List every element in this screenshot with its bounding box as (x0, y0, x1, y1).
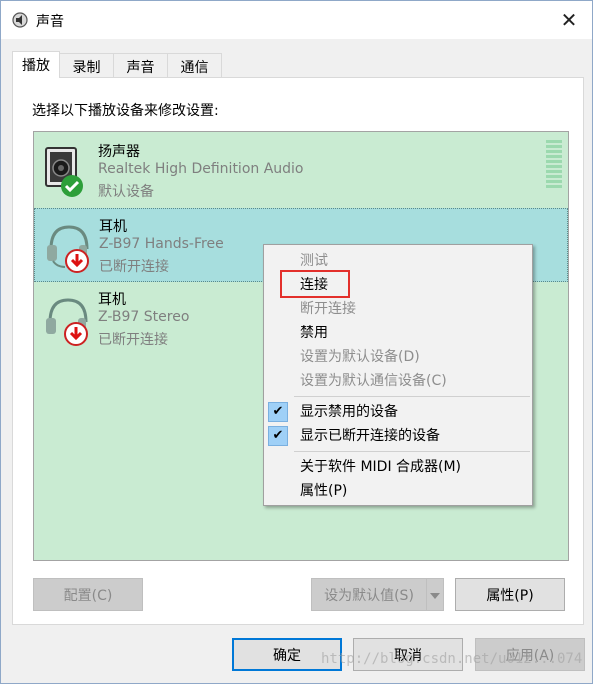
checkmark-icon: ✔ (268, 402, 288, 422)
menu-separator (294, 396, 530, 397)
device-name: 扬声器 (98, 144, 140, 160)
instruction-text: 选择以下播放设备来修改设置: (32, 103, 219, 119)
speaker-title-icon (11, 11, 29, 29)
device-description: Z-B97 Stereo (98, 309, 190, 325)
device-status: 默认设备 (98, 184, 154, 200)
menu-item-disconnect[interactable]: 断开连接 (264, 297, 532, 321)
title-bar: 声音 ✕ (1, 1, 592, 39)
properties-button[interactable]: 属性(P) (455, 578, 565, 611)
tab-sounds[interactable]: 声音 (113, 53, 168, 77)
menu-item-properties[interactable]: 属性(P) (264, 479, 532, 503)
watermark: http://blog.csdn.net/u012...074 (321, 651, 583, 667)
device-name: 耳机 (98, 292, 126, 308)
menu-item-label: 显示禁用的设备 (300, 404, 398, 420)
menu-item-disable[interactable]: 禁用 (264, 321, 532, 345)
menu-item-set-default-comm-device[interactable]: 设置为默认通信设备(C) (264, 369, 532, 393)
menu-item-label: 显示已断开连接的设备 (300, 428, 440, 444)
speaker-icon (42, 144, 88, 198)
menu-item-about-midi[interactable]: 关于软件 MIDI 合成器(M) (264, 455, 532, 479)
device-status: 已断开连接 (98, 332, 168, 348)
tab-recording[interactable]: 录制 (59, 53, 114, 77)
menu-separator (294, 451, 530, 452)
device-status: 已断开连接 (99, 259, 169, 275)
tab-communications[interactable]: 通信 (167, 53, 222, 77)
menu-item-show-disabled-devices[interactable]: ✔ 显示禁用的设备 (264, 400, 532, 424)
set-default-dropdown[interactable] (426, 578, 444, 611)
close-icon: ✕ (560, 8, 578, 32)
device-description: Realtek High Definition Audio (98, 161, 304, 177)
set-default-button[interactable]: 设为默认值(S) (311, 578, 426, 611)
headset-icon (42, 292, 88, 346)
configure-button[interactable]: 配置(C) (33, 578, 143, 611)
device-item-speaker[interactable]: 扬声器 Realtek High Definition Audio 默认设备 (34, 134, 568, 208)
close-button[interactable]: ✕ (546, 1, 592, 39)
chevron-down-icon (430, 587, 440, 603)
sound-dialog: 声音 ✕ 播放 录制 声音 通信 选择以下播放设备来修改设置: 扬声器 Real… (0, 0, 593, 684)
annotation-highlight-box (280, 270, 350, 298)
window-title: 声音 (36, 14, 64, 30)
device-name: 耳机 (99, 219, 127, 235)
tab-playback[interactable]: 播放 (12, 51, 60, 78)
device-description: Z-B97 Hands-Free (99, 236, 224, 252)
volume-level-meter (546, 140, 562, 190)
menu-item-set-default-device[interactable]: 设置为默认设备(D) (264, 345, 532, 369)
checkmark-icon: ✔ (268, 426, 288, 446)
headset-icon (43, 219, 89, 273)
menu-item-show-disconnected-devices[interactable]: ✔ 显示已断开连接的设备 (264, 424, 532, 448)
